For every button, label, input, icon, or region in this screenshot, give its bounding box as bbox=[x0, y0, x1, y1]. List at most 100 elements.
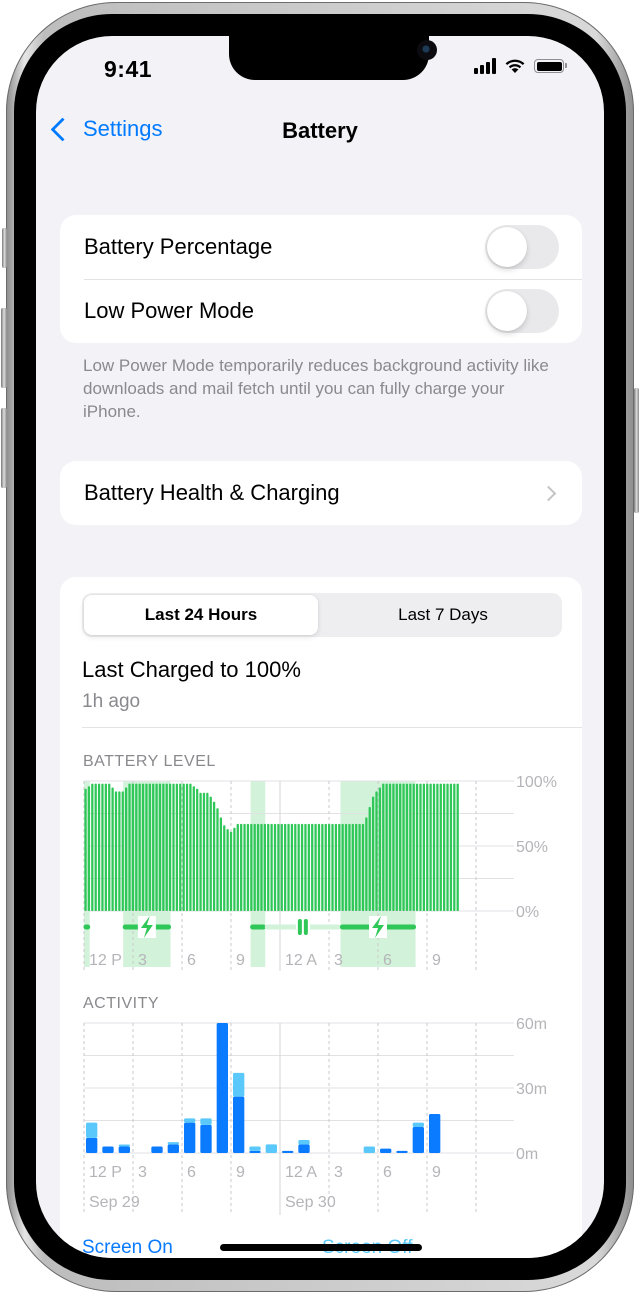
battery-level-bar bbox=[405, 783, 409, 911]
battery-level-bar bbox=[158, 783, 162, 911]
battery-level-bar bbox=[277, 823, 280, 911]
battery-level-bar bbox=[192, 786, 195, 911]
usage-charts: 100% 50% 0% 12 P 3 6 9 12 A 3 6 9 60m 30m 0m 12 P 3 6 9 12… bbox=[83, 774, 557, 1215]
battery-level-bar bbox=[168, 783, 172, 911]
notch bbox=[229, 36, 437, 80]
battery-level-bar bbox=[321, 823, 324, 911]
battery-level-bar bbox=[371, 796, 375, 911]
battery-x-tick-label: 3 bbox=[138, 952, 147, 969]
battery-percentage-label: Battery Percentage bbox=[84, 234, 273, 259]
battery-level-bar bbox=[246, 823, 250, 911]
battery-level-bar bbox=[138, 783, 141, 911]
battery-level-bar bbox=[392, 783, 395, 911]
battery-level-bar bbox=[91, 783, 94, 911]
activity-bar-screen-off bbox=[363, 1146, 375, 1153]
status-icons bbox=[474, 58, 567, 74]
battery-level-bar bbox=[202, 792, 206, 911]
battery-health-row[interactable]: Battery Health & Charging bbox=[60, 461, 582, 525]
battery-level-bar bbox=[212, 801, 216, 911]
toggle-knob bbox=[487, 227, 527, 267]
activity-bar-screen-on bbox=[249, 1150, 261, 1153]
activity-bar-screen-off bbox=[298, 1140, 310, 1145]
battery-level-bar bbox=[199, 792, 202, 911]
battery-x-tick-label: 9 bbox=[236, 952, 245, 969]
battery-level-bar bbox=[334, 823, 338, 911]
battery-level-bar bbox=[280, 823, 283, 911]
battery-level-bar bbox=[94, 783, 97, 911]
battery-level-bar bbox=[179, 783, 182, 911]
battery-level-bar bbox=[412, 783, 415, 911]
battery-level-bar bbox=[206, 792, 209, 911]
battery-level-bar bbox=[124, 787, 128, 911]
activity-bar-screen-on bbox=[429, 1114, 441, 1153]
battery-level-bar bbox=[317, 823, 321, 911]
battery-level-bar bbox=[439, 783, 442, 911]
battery-level-bar bbox=[419, 783, 422, 911]
settings-group: Battery Percentage Low Power Mode bbox=[60, 215, 582, 343]
activity-bar-screen-on bbox=[282, 1150, 294, 1153]
activity-bar-screen-off bbox=[200, 1118, 212, 1125]
low-power-mode-toggle[interactable] bbox=[485, 289, 559, 333]
battery-level-bar bbox=[426, 783, 429, 911]
battery-level-bar bbox=[104, 783, 107, 911]
battery-level-bar bbox=[382, 783, 385, 911]
battery-level-bar bbox=[355, 823, 358, 911]
battery-level-bar bbox=[287, 823, 290, 911]
battery-level-bar bbox=[368, 807, 371, 911]
volume-down-button bbox=[1, 408, 7, 488]
battery-level-bar bbox=[314, 823, 317, 911]
battery-level-bar bbox=[236, 823, 239, 911]
battery-level-bar bbox=[175, 783, 179, 911]
battery-level-bar bbox=[131, 783, 135, 911]
battery-level-bar bbox=[223, 825, 226, 911]
battery-level-bar bbox=[233, 827, 236, 911]
battery-x-tick-label: 12 P bbox=[89, 952, 122, 969]
low-power-footnote: Low Power Mode temporarily reduces backg… bbox=[83, 356, 549, 421]
volume-up-button bbox=[1, 308, 7, 388]
battery-health-group: Battery Health & Charging bbox=[60, 461, 582, 525]
battery-percentage-toggle[interactable] bbox=[485, 225, 559, 269]
pause-icon bbox=[303, 919, 308, 935]
battery-level-bar bbox=[145, 783, 148, 911]
activity-bar-screen-off bbox=[233, 1072, 245, 1097]
battery-level-bar bbox=[304, 823, 307, 911]
battery-level-bar bbox=[219, 817, 223, 911]
battery-percentage-row: Battery Percentage bbox=[60, 215, 582, 279]
activity-y-tick-label: 0m bbox=[516, 1146, 538, 1163]
battery-level-bar bbox=[284, 823, 287, 911]
battery-y-tick-label: 100% bbox=[516, 774, 557, 791]
battery-level-bar bbox=[182, 783, 185, 911]
battery-level-bar bbox=[446, 783, 449, 911]
battery-level-bar bbox=[260, 823, 263, 911]
battery-level-bar bbox=[365, 817, 368, 911]
activity-x-tick-label: 3 bbox=[138, 1164, 147, 1181]
battery-level-bar bbox=[449, 783, 453, 911]
battery-x-tick-label: 6 bbox=[187, 952, 196, 969]
activity-bar-screen-on bbox=[298, 1144, 310, 1153]
battery-level-bar bbox=[358, 823, 361, 911]
battery-level-bar bbox=[84, 788, 87, 911]
activity-bar-screen-on bbox=[86, 1137, 98, 1153]
battery-level-bar bbox=[402, 783, 405, 911]
activity-bar-screen-on bbox=[167, 1144, 179, 1153]
battery-level-bar bbox=[155, 783, 158, 911]
battery-level-bar bbox=[429, 783, 432, 911]
activity-y-tick-label: 30m bbox=[516, 1081, 547, 1098]
legend-screen-on[interactable]: Screen On bbox=[82, 1237, 173, 1258]
battery-level-bar bbox=[121, 791, 124, 911]
home-indicator[interactable] bbox=[220, 1244, 422, 1251]
battery-level-bar bbox=[267, 823, 270, 911]
battery-level-bar bbox=[226, 829, 229, 911]
battery-level-bar bbox=[453, 783, 456, 911]
activity-bar-screen-on bbox=[102, 1146, 114, 1153]
battery-level-bar bbox=[378, 787, 382, 911]
activity-bar-screen-on bbox=[151, 1146, 163, 1153]
activity-x-tick-label: 3 bbox=[334, 1164, 343, 1181]
battery-y-tick-label: 50% bbox=[516, 839, 548, 856]
battery-level-bar bbox=[456, 783, 459, 911]
activity-bar-screen-off bbox=[118, 1144, 130, 1147]
battery-level-bar bbox=[307, 823, 310, 911]
activity-bar-screen-on bbox=[380, 1148, 392, 1153]
battery-level-bar bbox=[351, 823, 354, 911]
battery-level-bar bbox=[240, 823, 243, 911]
